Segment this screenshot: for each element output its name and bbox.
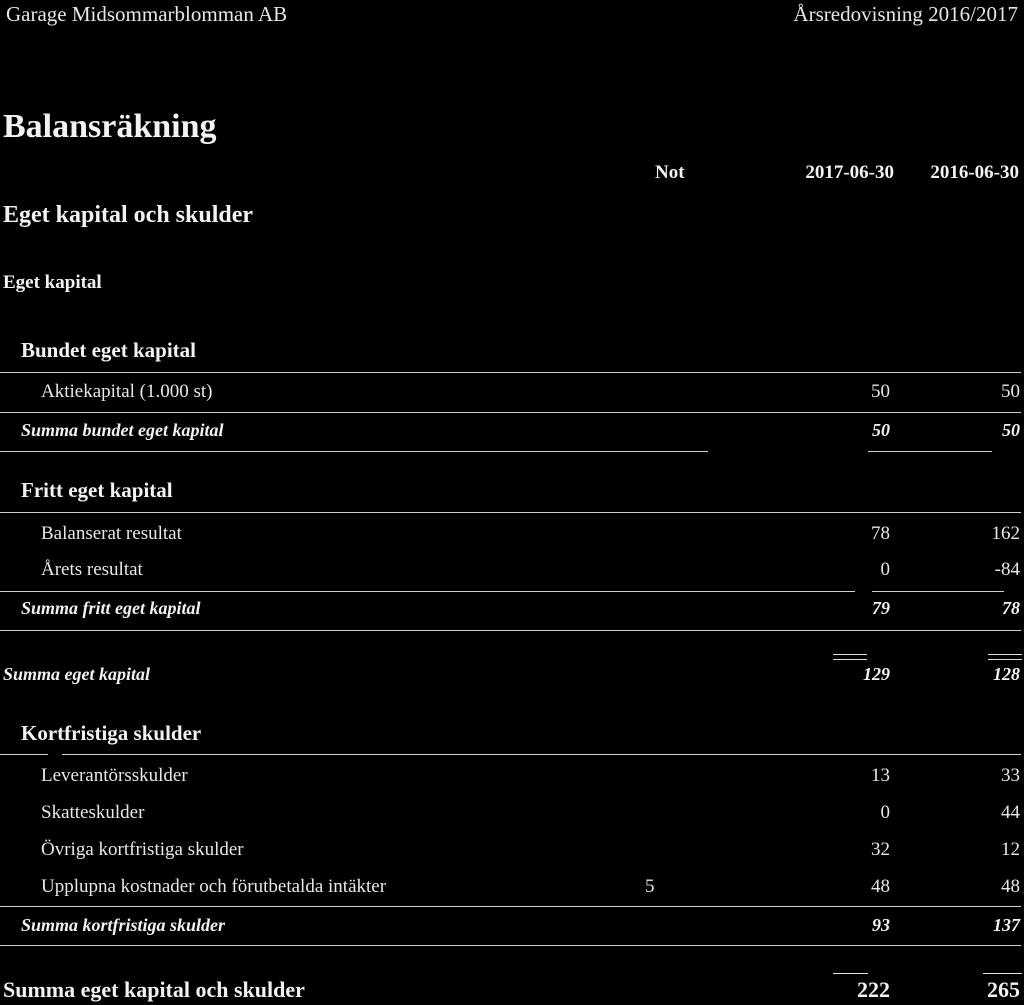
row-label: Balanserat resultat xyxy=(41,523,182,544)
overline xyxy=(983,973,1022,974)
row-value-previous: 33 xyxy=(1001,765,1020,786)
double-rule xyxy=(833,654,867,660)
divider xyxy=(0,372,1021,373)
sum-label: Summa kortfristiga skulder xyxy=(21,915,226,935)
sum-value-previous: 50 xyxy=(1002,420,1020,440)
grand-total-label: Summa eget kapital och skulder xyxy=(3,977,305,1002)
column-header-previous: 2016-06-30 xyxy=(930,162,1019,183)
sum-value-previous: 128 xyxy=(993,664,1020,684)
overline xyxy=(833,973,868,974)
row-label: Upplupna kostnader och förutbetalda intä… xyxy=(41,876,387,897)
group-heading-bundet: Bundet eget kapital xyxy=(21,338,197,362)
divider xyxy=(0,591,855,592)
grand-total-current: 222 xyxy=(857,977,890,1002)
grand-total-previous: 265 xyxy=(987,977,1020,1002)
subsection-title: Eget kapital xyxy=(3,272,102,293)
row-label: Leverantörsskulder xyxy=(41,765,188,786)
divider xyxy=(0,906,1021,907)
row-label: Årets resultat xyxy=(41,559,143,580)
row-label: Aktiekapital (1.000 st) xyxy=(41,381,213,402)
sum-value-previous: 78 xyxy=(1002,598,1020,618)
sum-value-current: 129 xyxy=(863,664,890,684)
row-label: Övriga kortfristiga skulder xyxy=(41,839,244,860)
row-value-previous: -84 xyxy=(994,559,1020,580)
row-value-current: 32 xyxy=(871,839,890,860)
sum-label: Summa bundet eget kapital xyxy=(21,420,224,440)
divider xyxy=(62,754,1021,755)
divider xyxy=(0,512,1021,513)
sum-label: Summa eget kapital xyxy=(3,664,151,684)
divider xyxy=(0,945,1021,946)
row-value-current: 13 xyxy=(871,765,890,786)
divider xyxy=(872,591,1004,592)
row-note: 5 xyxy=(645,876,655,897)
row-value-current: 0 xyxy=(880,802,891,823)
sum-value-current: 50 xyxy=(872,420,890,440)
company-name: Garage Midsommarblomman AB xyxy=(6,2,288,26)
row-value-previous: 44 xyxy=(1001,802,1020,823)
sum-value-current: 93 xyxy=(872,915,890,935)
row-value-previous: 12 xyxy=(1001,839,1020,860)
row-label: Skatteskulder xyxy=(41,802,145,823)
group-heading-fritt: Fritt eget kapital xyxy=(21,478,173,502)
row-value-previous: 50 xyxy=(1001,381,1020,402)
column-header-current: 2017-06-30 xyxy=(805,162,894,183)
group-heading-kortfristiga: Kortfristiga skulder xyxy=(21,721,202,745)
sum-value-previous: 137 xyxy=(993,915,1020,935)
section-title: Eget kapital och skulder xyxy=(3,202,254,228)
row-value-current: 78 xyxy=(871,523,890,544)
column-header-note: Not xyxy=(655,162,685,183)
row-value-previous: 162 xyxy=(991,523,1021,544)
row-value-current: 50 xyxy=(871,381,890,402)
divider xyxy=(0,412,1021,413)
divider xyxy=(0,451,708,452)
row-value-current: 0 xyxy=(880,559,891,580)
report-title: Årsredovisning 2016/2017 xyxy=(793,2,1018,26)
sum-label: Summa fritt eget kapital xyxy=(21,598,201,618)
sum-value-current: 79 xyxy=(872,598,890,618)
page-title: Balansräkning xyxy=(3,108,217,145)
divider xyxy=(0,754,48,755)
row-value-current: 48 xyxy=(871,876,890,897)
divider xyxy=(0,630,1021,631)
double-rule xyxy=(988,654,1022,660)
divider xyxy=(868,451,992,452)
row-value-previous: 48 xyxy=(1001,876,1020,897)
